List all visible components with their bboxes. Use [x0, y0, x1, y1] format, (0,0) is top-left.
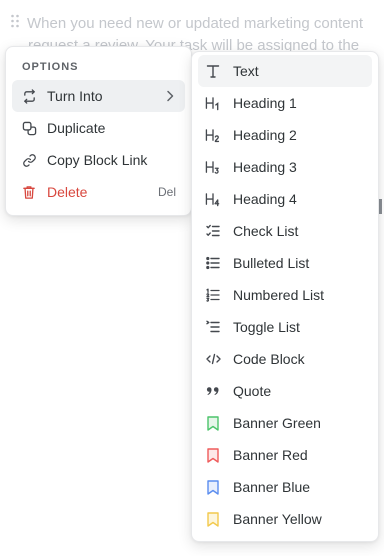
heading-2-label: Heading 2 [233, 127, 297, 143]
trash-icon [21, 184, 37, 200]
background-line: When you need new or updated marketing c… [27, 15, 364, 32]
copy-block-link-option[interactable]: Copy Block Link [12, 144, 185, 176]
heading-3-label: Heading 3 [233, 159, 297, 175]
turn-into-option[interactable]: Turn Into [12, 80, 185, 112]
copy-block-link-label: Copy Block Link [47, 152, 148, 168]
turn-into-toggle-list[interactable]: Toggle List [198, 311, 372, 343]
banner-yellow-label: Banner Yellow [233, 511, 322, 527]
duplicate-option[interactable]: Duplicate [12, 112, 185, 144]
turn-into-code-block[interactable]: Code Block [198, 343, 372, 375]
options-title: OPTIONS [22, 61, 79, 73]
quote-label: Quote [233, 383, 272, 399]
refresh-icon [21, 88, 37, 104]
turn-into-banner-blue[interactable]: Banner Blue [198, 471, 372, 503]
duplicate-label: Duplicate [47, 120, 106, 136]
turn-into-quote[interactable]: Quote [198, 375, 372, 407]
delete-shortcut: Del [157, 185, 176, 199]
turn-into-bulleted-list[interactable]: Bulleted List [198, 247, 372, 279]
bulleted-list-icon [205, 255, 221, 271]
check-list-label: Check List [233, 223, 299, 239]
delete-label: Delete [47, 184, 88, 200]
banner-red-icon [205, 447, 221, 463]
banner-red-label: Banner Red [233, 447, 308, 463]
heading-1-icon [205, 95, 221, 111]
turn-into-label: Turn Into [47, 88, 103, 104]
drag-handle-icon[interactable] [10, 14, 20, 28]
bulleted-list-label: Bulleted List [233, 255, 310, 271]
banner-green-icon [205, 415, 221, 431]
banner-green-label: Banner Green [233, 415, 321, 431]
block-options-menu: OPTIONS Turn Into Duplicate Copy Block L… [5, 46, 192, 216]
heading-3-icon [205, 159, 221, 175]
turn-into-heading-3[interactable]: Heading 3 [198, 151, 372, 183]
duplicate-icon [21, 120, 37, 136]
code-block-label: Code Block [233, 351, 305, 367]
turn-into-heading-1[interactable]: Heading 1 [198, 87, 372, 119]
heading-4-label: Heading 4 [233, 191, 297, 207]
banner-yellow-icon [205, 511, 221, 527]
numbered-list-label: Numbered List [233, 287, 325, 303]
delete-option[interactable]: Delete Del [12, 176, 185, 208]
link-icon [21, 152, 37, 168]
turn-into-banner-yellow[interactable]: Banner Yellow [198, 503, 372, 535]
turn-into-banner-green[interactable]: Banner Green [198, 407, 372, 439]
toggle-list-icon [205, 319, 221, 335]
banner-blue-label: Banner Blue [233, 479, 311, 495]
check-list-icon [205, 223, 221, 239]
numbered-list-icon [205, 287, 221, 303]
heading-4-icon [205, 191, 221, 207]
turn-into-text[interactable]: Text [198, 55, 372, 87]
text-icon [205, 63, 221, 79]
turn-into-heading-2[interactable]: Heading 2 [198, 119, 372, 151]
turn-into-banner-red[interactable]: Banner Red [198, 439, 372, 471]
turn-into-submenu: Text Heading 1 Heading 2 Heading 3 Headi… [191, 51, 379, 542]
quote-icon [205, 383, 221, 399]
heading-1-label: Heading 1 [233, 95, 297, 111]
turn-into-heading-4[interactable]: Heading 4 [198, 183, 372, 215]
banner-blue-icon [205, 479, 221, 495]
chevron-right-icon [167, 90, 174, 102]
toggle-list-label: Toggle List [233, 319, 300, 335]
turn-into-check-list[interactable]: Check List [198, 215, 372, 247]
code-block-icon [205, 351, 221, 367]
turn-into-numbered-list[interactable]: Numbered List [198, 279, 372, 311]
heading-2-icon [205, 127, 221, 143]
text-label: Text [233, 63, 259, 79]
